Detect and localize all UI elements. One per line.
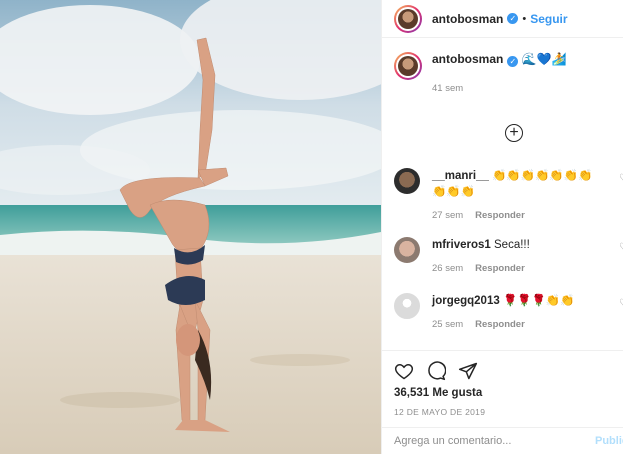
post-caption: antobosman ✓ 🌊💙🏄 41 sem (382, 38, 623, 134)
commenter-avatar[interactable] (394, 237, 420, 263)
follow-button[interactable]: Seguir (530, 12, 567, 26)
share-icon[interactable] (458, 361, 478, 381)
post-header: antobosman ✓ • Seguir (382, 0, 623, 38)
comment-username[interactable]: __manri__ (432, 170, 489, 182)
heart-icon[interactable] (394, 361, 414, 381)
caption-time: 41 sem (432, 83, 464, 94)
comment-like-icon[interactable]: ♡ (619, 173, 623, 184)
comment-text: 🌹🌹🌹👏👏 (502, 295, 575, 307)
verified-icon: ✓ (507, 13, 519, 24)
comment-item: mfriveros1 Seca!!! 26 sem Responder ♡ (394, 237, 623, 277)
add-comment-bar: Publicar (382, 427, 623, 454)
post-sidebar: antobosman ✓ • Seguir antobosman ✓ 🌊💙🏄 41… (381, 0, 623, 454)
load-more-comments-button[interactable]: + (505, 124, 523, 142)
comment-text: Seca!!! (494, 239, 530, 251)
like-count[interactable]: 36,531 Me gusta (382, 387, 623, 399)
comment-input[interactable] (394, 435, 584, 447)
comment-item: jorgegq2013 🌹🌹🌹👏👏 25 sem Responder ♡ (394, 293, 623, 333)
commenter-avatar[interactable] (394, 293, 420, 319)
author-username[interactable]: antobosman (432, 12, 503, 26)
post-photo[interactable] (0, 0, 381, 454)
reply-button[interactable]: Responder (475, 319, 525, 330)
comment-like-icon[interactable]: ♡ (619, 298, 623, 309)
post-date: 12 DE MAYO DE 2019 (394, 407, 486, 417)
comment-username[interactable]: jorgegq2013 (432, 295, 500, 307)
comment-time: 27 sem (432, 210, 464, 221)
publish-button[interactable]: Publicar (595, 435, 623, 447)
comment-like-icon[interactable]: ♡ (619, 242, 623, 253)
reply-button[interactable]: Responder (475, 263, 525, 274)
verified-icon: ✓ (507, 56, 519, 67)
author-avatar[interactable] (394, 4, 422, 33)
comment-item: __manri__ 👏👏👏👏👏👏👏👏👏👏 27 semResponder ♡ (394, 168, 623, 224)
add-circle-icon: + (509, 124, 519, 141)
comment-username[interactable]: mfriveros1 (432, 239, 491, 251)
comment-icon[interactable] (426, 361, 446, 381)
comment-time: 26 sem (432, 263, 464, 274)
beach-handstand-image (0, 0, 381, 454)
reply-button[interactable]: Responder (475, 210, 525, 221)
caption-avatar[interactable] (394, 52, 422, 80)
post-modal: antobosman ✓ • Seguir antobosman ✓ 🌊💙🏄 41… (0, 0, 623, 454)
caption-text: 🌊💙🏄 (521, 52, 567, 66)
caption-username[interactable]: antobosman (432, 52, 503, 66)
separator-dot: • (522, 12, 527, 25)
comment-time: 25 sem (432, 319, 464, 330)
commenter-avatar[interactable] (394, 168, 420, 194)
